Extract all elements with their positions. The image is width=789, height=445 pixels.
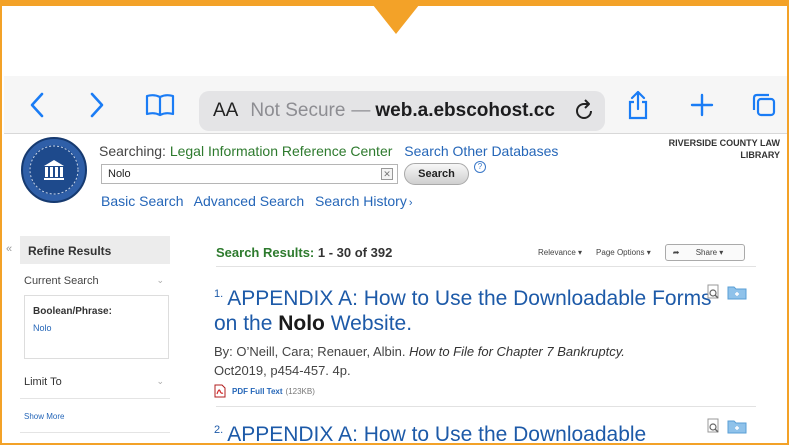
pdf-size: (123KB): [285, 386, 315, 396]
result-number: 2.: [214, 424, 224, 436]
text-size-button[interactable]: AA: [213, 100, 238, 122]
chevron-right-icon: ›: [408, 197, 413, 209]
preview-icon[interactable]: [707, 284, 721, 305]
screenshot-frame: AA Not Secure — web.a.ebscohost.cc Searc…: [0, 0, 789, 445]
result-title[interactable]: 2. APPENDIX A: How to Use the Downloadabl…: [214, 418, 734, 445]
share-arrow-icon: ➦: [672, 248, 682, 257]
boolean-phrase-label: Boolean/Phrase:: [33, 306, 112, 317]
share-dropdown[interactable]: ➦ Share ▾: [664, 244, 746, 261]
pdf-icon: [214, 384, 226, 398]
result-item: 1. APPENDIX A: How to Use the Downloadabl…: [214, 282, 734, 398]
collapse-sidebar-icon[interactable]: «: [6, 243, 12, 255]
preview-icon[interactable]: [707, 418, 721, 439]
result-title-text: APPENDIX A: How to Use the Downloadable: [227, 423, 647, 445]
boolean-phrase-value[interactable]: Nolo: [33, 323, 160, 333]
divider: [20, 432, 170, 433]
relevance-dropdown[interactable]: Relevance ▾: [538, 248, 582, 257]
page-options-dropdown[interactable]: Page Options ▾: [596, 248, 651, 257]
ebsco-header: Searching: Legal Information Reference C…: [4, 135, 787, 223]
bookmarks-icon[interactable]: [142, 88, 178, 122]
search-history-label: Search History: [315, 193, 407, 209]
current-search-section[interactable]: Current Search ⌄ Boolean/Phrase: Nolo: [20, 264, 170, 359]
pdf-full-text-link[interactable]: PDF Full Text (123KB): [214, 384, 734, 398]
result-number: 1.: [214, 288, 224, 300]
result-source: How to File for Chapter 7 Bankruptcy.: [409, 344, 625, 359]
result-title-end: Website.: [324, 312, 413, 335]
result-controls: Relevance ▾ Page Options ▾ ➦ Share ▾: [538, 244, 759, 261]
chevron-down-icon[interactable]: ⌄: [156, 376, 164, 387]
result-tools: [707, 418, 753, 439]
divider: [216, 406, 756, 407]
search-input-value: Nolo: [108, 168, 131, 180]
advanced-search-link[interactable]: Advanced Search: [194, 193, 305, 209]
add-to-folder-icon[interactable]: [727, 418, 747, 439]
chevron-right-icon[interactable]: [82, 88, 112, 122]
searching-line: Searching: Legal Information Reference C…: [99, 143, 558, 159]
results-label: Search Results:: [216, 245, 315, 260]
boolean-phrase-box: Boolean/Phrase: Nolo: [24, 295, 169, 359]
add-to-folder-icon[interactable]: [727, 284, 747, 305]
divider: [20, 398, 170, 399]
search-mode-links: Basic Search Advanced Search Search Hist…: [101, 193, 427, 209]
plus-icon[interactable]: [682, 88, 722, 122]
search-history-link[interactable]: Search History ›: [315, 193, 419, 209]
pdf-label: PDF Full Text: [232, 386, 283, 396]
results-range: 1 - 30 of 392: [317, 245, 393, 260]
limit-to-section[interactable]: Limit To ⌄: [20, 376, 170, 388]
show-more-link[interactable]: Show More: [24, 412, 64, 421]
not-secure-label: Not Secure: [250, 100, 346, 121]
search-input[interactable]: Nolo ✕: [101, 164, 398, 184]
divider: [216, 266, 756, 267]
url-separator: —: [351, 100, 371, 121]
limit-to-label: Limit To: [24, 376, 62, 388]
result-authors: By: O’Neill, Cara; Renauer, Albin.: [214, 344, 410, 359]
url-domain: web.a.ebscohost.cc: [375, 100, 555, 121]
help-icon[interactable]: ?: [474, 161, 486, 173]
reload-icon[interactable]: [573, 99, 595, 128]
browser-toolbar: AA Not Secure — web.a.ebscohost.cc: [4, 76, 787, 134]
library-name: RIVERSIDE COUNTY LAW LIBRARY: [668, 138, 780, 160]
search-other-databases-link[interactable]: Search Other Databases: [404, 143, 558, 159]
result-title-highlight: Nolo: [278, 312, 325, 335]
result-title[interactable]: 1. APPENDIX A: How to Use the Downloadabl…: [214, 282, 734, 336]
library-logo[interactable]: [21, 137, 87, 203]
clear-icon[interactable]: ✕: [381, 168, 393, 180]
result-citation: By: O’Neill, Cara; Renauer, Albin. How t…: [214, 342, 734, 380]
search-button[interactable]: Search: [404, 163, 469, 185]
result-item: 2. APPENDIX A: How to Use the Downloadabl…: [214, 418, 734, 445]
chevron-left-icon[interactable]: [22, 88, 52, 122]
chevron-down-icon[interactable]: ⌄: [156, 275, 164, 286]
current-search-label: Current Search: [24, 275, 99, 287]
refine-sidebar: Refine Results Current Search ⌄ Boolean/…: [20, 236, 170, 443]
url-bar[interactable]: AA Not Secure — web.a.ebscohost.cc: [199, 91, 605, 131]
basic-search-link[interactable]: Basic Search: [101, 193, 183, 209]
database-name: Legal Information Reference Center: [169, 143, 393, 159]
result-tools: [707, 284, 753, 305]
pointer-arrow: [369, 0, 423, 34]
searching-label: Searching:: [99, 143, 166, 159]
tabs-icon[interactable]: [744, 88, 784, 122]
refine-results-heading: Refine Results: [20, 236, 170, 264]
results-count: Search Results: 1 - 30 of 392: [216, 245, 392, 260]
share-label: Share ▾: [695, 248, 724, 257]
share-icon[interactable]: [618, 88, 658, 122]
result-details: Oct2019, p454-457. 4p.: [214, 363, 351, 378]
